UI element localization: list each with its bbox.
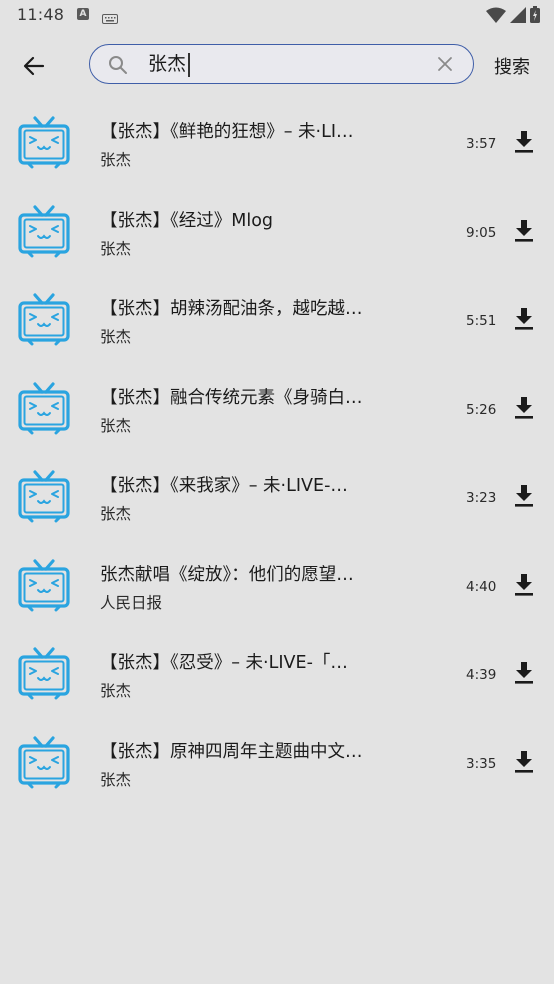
status-time: 11:48	[17, 5, 65, 24]
result-item[interactable]: 【张杰】胡辣汤配油条，越吃越… 张杰 5:51	[0, 275, 554, 364]
arrow-back-icon	[23, 56, 45, 76]
result-title: 【张杰】《鲜艳的狂想》– 未·LI…	[100, 122, 354, 142]
result-item[interactable]: 【张杰】原神四周年主题曲中文… 张杰 3:35	[0, 718, 554, 807]
result-duration: 3:57	[466, 136, 497, 152]
result-author: 张杰	[100, 416, 132, 435]
bilibili-tv-icon	[17, 469, 71, 527]
search-header: 张杰 搜索	[0, 36, 554, 94]
bilibili-tv-icon	[17, 292, 71, 350]
search-input[interactable]: 张杰	[148, 49, 428, 79]
download-button[interactable]	[510, 217, 538, 245]
result-author: 张杰	[100, 239, 132, 258]
status-bar: 11:48 A	[0, 0, 554, 30]
result-item[interactable]: 【张杰】《来我家》– 未·LIVE-… 张杰 3:23	[0, 452, 554, 541]
result-duration: 3:35	[466, 755, 497, 772]
search-submit-button[interactable]: 搜索	[494, 53, 530, 79]
download-button[interactable]	[510, 482, 538, 510]
search-box[interactable]: 张杰	[89, 44, 474, 84]
download-button[interactable]	[510, 128, 538, 156]
notification-a-icon: A	[77, 8, 89, 20]
result-title: 【张杰】原神四周年主题曲中文…	[100, 741, 363, 762]
result-title: 【张杰】融合传统元素《身骑白…	[100, 387, 363, 408]
result-title: 【张杰】《经过》Mlog	[100, 210, 274, 231]
download-button[interactable]	[510, 659, 538, 687]
keyboard-icon	[102, 9, 118, 28]
result-author: 张杰	[100, 328, 132, 346]
bilibili-tv-icon	[17, 646, 71, 704]
download-icon	[515, 219, 533, 242]
search-query-text: 张杰	[148, 53, 187, 75]
result-item[interactable]: 张杰献唱《绽放》：他们的愿望… 人民日报 4:40	[0, 541, 554, 630]
download-button[interactable]	[510, 571, 538, 599]
download-icon	[515, 662, 533, 684]
result-author: 张杰	[100, 682, 132, 700]
download-icon	[515, 131, 533, 153]
text-caret	[188, 52, 190, 77]
bilibili-tv-icon	[17, 735, 71, 793]
result-duration: 4:39	[466, 667, 497, 683]
result-item[interactable]: 【张杰】《忍受》– 未·LIVE-「… 张杰 4:39	[0, 629, 554, 718]
search-icon	[108, 55, 128, 79]
clear-search-button[interactable]	[437, 56, 453, 76]
result-duration: 5:26	[466, 401, 497, 418]
result-author: 张杰	[100, 151, 132, 169]
result-author: 人民日报	[100, 593, 163, 612]
download-icon	[515, 750, 533, 773]
back-button[interactable]	[14, 46, 54, 86]
result-duration: 3:23	[466, 490, 497, 506]
result-title: 【张杰】《忍受》– 未·LIVE-「…	[100, 653, 348, 673]
result-author: 张杰	[100, 770, 132, 789]
wifi-icon	[486, 7, 506, 27]
bilibili-tv-icon	[17, 115, 71, 173]
result-duration: 5:51	[466, 313, 497, 329]
download-button[interactable]	[510, 305, 538, 333]
result-item[interactable]: 【张杰】《鲜艳的狂想》– 未·LI… 张杰 3:57	[0, 98, 554, 187]
result-duration: 9:05	[466, 224, 497, 241]
close-icon	[438, 57, 452, 71]
download-button[interactable]	[510, 394, 538, 422]
bilibili-tv-icon	[17, 558, 71, 616]
result-title: 【张杰】胡辣汤配油条，越吃越…	[100, 299, 363, 319]
result-item[interactable]: 【张杰】《经过》Mlog 张杰 9:05	[0, 187, 554, 276]
download-icon	[515, 573, 533, 596]
bilibili-tv-icon	[17, 204, 71, 262]
signal-icon	[510, 6, 526, 27]
bilibili-tv-icon	[17, 381, 71, 439]
download-icon	[515, 308, 533, 330]
result-item[interactable]: 【张杰】融合传统元素《身骑白… 张杰 5:26	[0, 364, 554, 453]
result-author: 张杰	[100, 505, 132, 523]
battery-icon	[530, 6, 540, 27]
search-results-list: 【张杰】《鲜艳的狂想》– 未·LI… 张杰 3:57 【张杰】《经过》Mlog …	[0, 98, 554, 806]
download-icon	[515, 396, 533, 419]
result-title: 张杰献唱《绽放》：他们的愿望…	[100, 564, 354, 585]
download-button[interactable]	[510, 748, 538, 776]
result-duration: 4:40	[466, 578, 497, 595]
result-title: 【张杰】《来我家》– 未·LIVE-…	[100, 476, 348, 496]
download-icon	[515, 485, 533, 507]
